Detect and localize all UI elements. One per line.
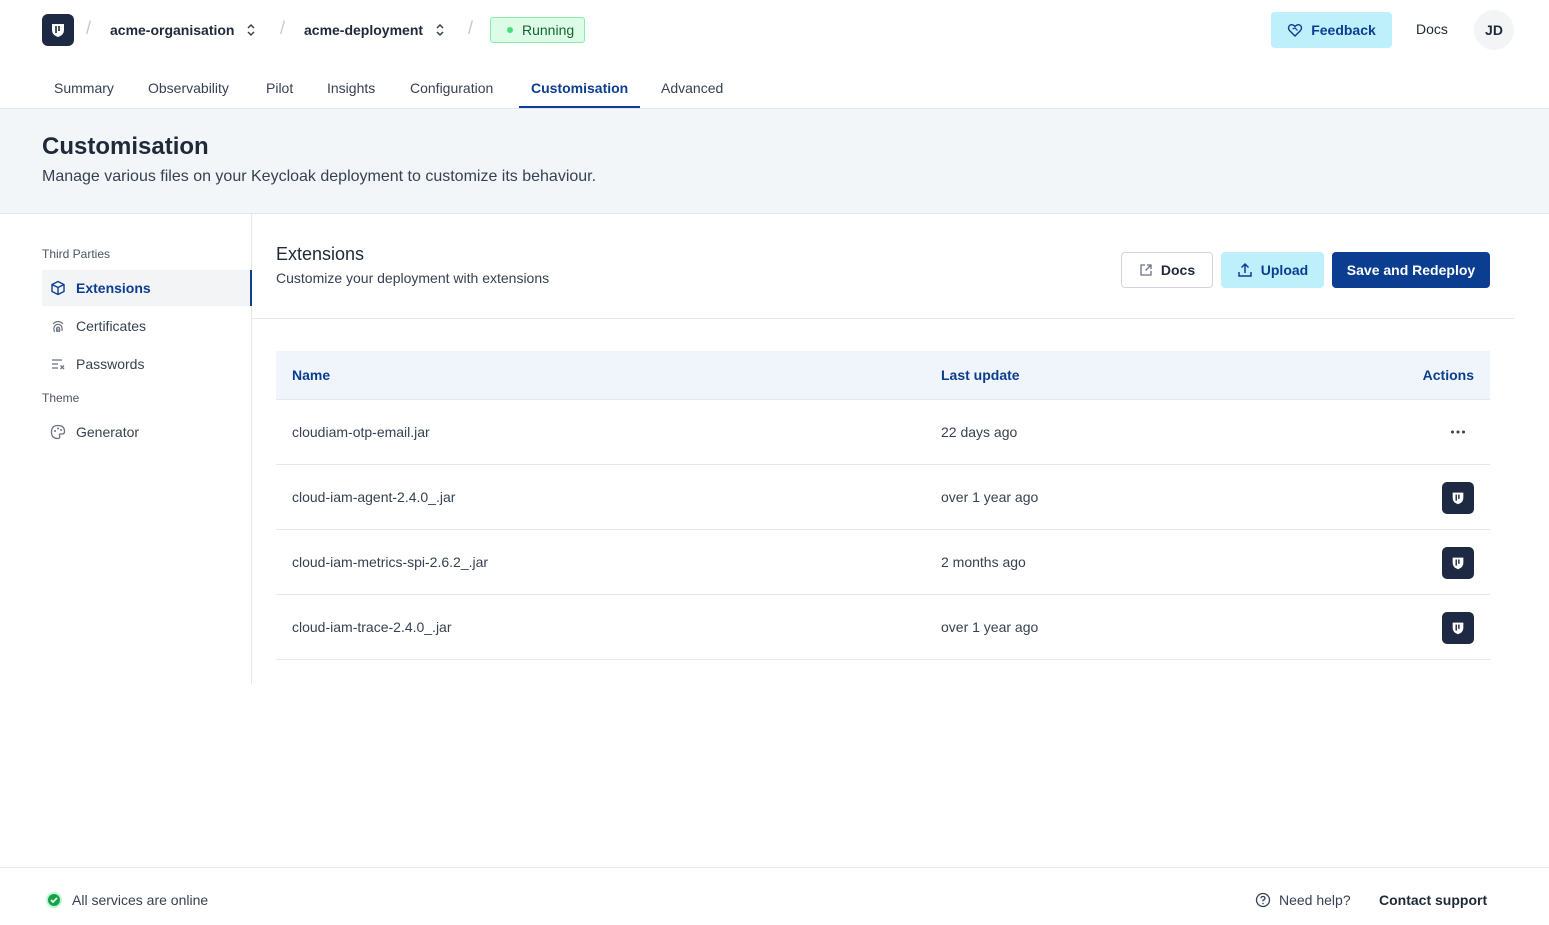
status-badge: Running — [490, 17, 586, 43]
cloud-iam-logo-icon — [1452, 557, 1464, 570]
docs-button[interactable]: Docs — [1121, 252, 1213, 288]
feedback-label: Feedback — [1311, 22, 1376, 38]
avatar[interactable]: JD — [1474, 10, 1514, 50]
cloud-iam-logo-icon — [1452, 492, 1464, 505]
tab-insights[interactable]: Insights — [315, 70, 387, 108]
footer: All services are online Need help? Conta… — [0, 867, 1549, 925]
table-row: cloud-iam-metrics-spi-2.6.2_.jar 2 month… — [276, 530, 1490, 595]
tab-configuration[interactable]: Configuration — [398, 70, 505, 108]
status-text: Running — [522, 22, 575, 38]
section-title: Extensions — [276, 244, 365, 264]
sidebar-item-label: Certificates — [76, 318, 147, 334]
sidebar-item-label: Generator — [76, 424, 140, 440]
cloud-iam-managed-button[interactable] — [1442, 547, 1474, 579]
extension-last-update: over 1 year ago — [941, 619, 1039, 635]
column-header-actions: Actions — [1422, 367, 1474, 383]
extension-last-update: over 1 year ago — [941, 489, 1039, 505]
breadcrumb-separator: / — [280, 18, 286, 38]
sidebar-item-label: Passwords — [76, 356, 145, 372]
status-dot-icon — [507, 27, 513, 33]
sidebar-item-label: Extensions — [76, 280, 151, 296]
chevron-up-down-icon — [244, 21, 258, 39]
top-bar: / acme-organisation / acme-deployment / … — [0, 0, 1549, 60]
column-header-name[interactable]: Name — [292, 367, 330, 383]
page-subtitle: Manage various files on your Keycloak de… — [42, 168, 597, 185]
cloud-iam-logo-icon — [1452, 622, 1464, 635]
upload-button[interactable]: Upload — [1221, 252, 1324, 288]
extension-last-update: 2 months ago — [941, 554, 1026, 570]
table-row: cloud-iam-agent-2.4.0_.jar over 1 year a… — [276, 465, 1490, 530]
table-row: cloud-iam-trace-2.4.0_.jar over 1 year a… — [276, 595, 1490, 660]
tab-bar: Summary Observability Pilot Insights Con… — [0, 70, 1549, 109]
cube-icon — [50, 280, 66, 296]
section-divider — [252, 318, 1514, 319]
need-help-link[interactable]: Need help? — [1255, 892, 1351, 908]
sidebar: Third Parties Extensions Certificates Pa… — [0, 214, 252, 684]
sidebar-group-third-parties: Third Parties — [42, 247, 111, 261]
cloud-iam-logo-icon[interactable] — [42, 14, 74, 46]
tab-customisation[interactable]: Customisation — [519, 70, 641, 108]
save-and-redeploy-button[interactable]: Save and Redeploy — [1332, 252, 1490, 288]
organisation-name: acme-organisation — [110, 22, 235, 38]
feedback-button[interactable]: Feedback — [1271, 12, 1392, 48]
page-header: Customisation Manage various files on yo… — [0, 109, 1549, 214]
breadcrumb-separator: / — [86, 18, 92, 38]
docs-button-label: Docs — [1160, 262, 1196, 278]
contact-support-link[interactable]: Contact support — [1379, 892, 1487, 908]
external-link-icon — [1140, 264, 1152, 276]
page-title: Customisation — [42, 133, 209, 160]
fingerprint-icon — [50, 318, 66, 334]
sidebar-item-certificates[interactable]: Certificates — [42, 308, 252, 344]
sidebar-group-theme: Theme — [42, 391, 80, 405]
upload-button-label: Upload — [1260, 262, 1309, 278]
docs-link[interactable]: Docs — [1416, 21, 1448, 37]
extensions-table: Name Last update Actions cloudiam-otp-em… — [276, 351, 1490, 660]
extension-last-update: 22 days ago — [941, 424, 1018, 440]
palette-icon — [50, 424, 66, 440]
tab-observability[interactable]: Observability — [136, 70, 241, 108]
upload-icon — [1238, 262, 1252, 277]
extension-name: cloudiam-otp-email.jar — [292, 424, 430, 440]
cloud-iam-managed-button[interactable] — [1442, 612, 1474, 644]
more-horizontal-icon — [1451, 430, 1465, 434]
table-header: Name Last update Actions — [276, 351, 1490, 400]
section-subtitle: Customize your deployment with extension… — [276, 270, 550, 286]
text-clear-icon — [50, 356, 66, 372]
check-circle-icon — [46, 892, 62, 908]
tab-advanced[interactable]: Advanced — [649, 70, 735, 108]
tab-pilot[interactable]: Pilot — [254, 70, 305, 108]
sidebar-item-generator[interactable]: Generator — [42, 414, 252, 450]
help-circle-icon — [1255, 892, 1271, 908]
heart-handshake-icon — [1288, 24, 1303, 37]
services-status-text: All services are online — [72, 892, 209, 908]
deployment-selector[interactable]: acme-deployment — [304, 21, 447, 39]
organisation-selector[interactable]: acme-organisation — [110, 21, 258, 39]
extension-name: cloud-iam-metrics-spi-2.6.2_.jar — [292, 554, 489, 570]
chevron-up-down-icon — [433, 21, 447, 39]
column-header-last-update[interactable]: Last update — [941, 367, 1020, 383]
table-row: cloudiam-otp-email.jar 22 days ago — [276, 400, 1490, 465]
services-status: All services are online — [46, 892, 208, 908]
breadcrumb-separator: / — [468, 18, 474, 38]
tab-summary[interactable]: Summary — [42, 70, 126, 108]
sidebar-item-passwords[interactable]: Passwords — [42, 346, 252, 382]
extension-name: cloud-iam-trace-2.4.0_.jar — [292, 619, 452, 635]
extension-name: cloud-iam-agent-2.4.0_.jar — [292, 489, 456, 505]
more-actions-button[interactable] — [1442, 418, 1474, 446]
deployment-name: acme-deployment — [304, 22, 424, 38]
cloud-iam-managed-button[interactable] — [1442, 482, 1474, 514]
need-help-label: Need help? — [1279, 892, 1351, 908]
sidebar-item-extensions[interactable]: Extensions — [42, 270, 252, 306]
